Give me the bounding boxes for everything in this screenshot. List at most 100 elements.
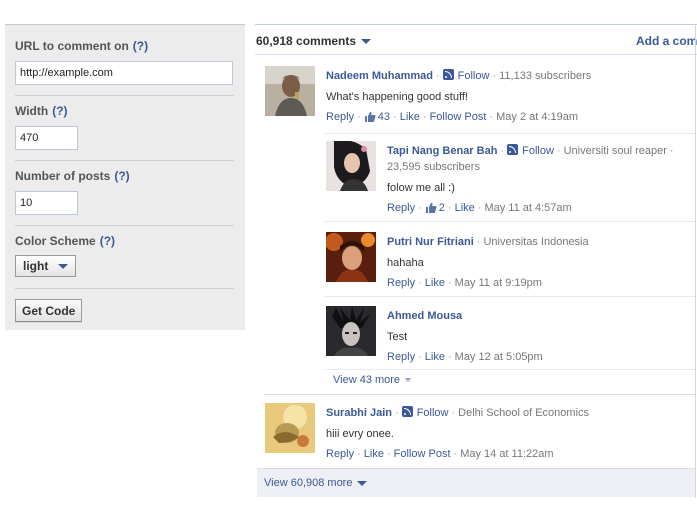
comment-actions: Reply · Like · May 11 at 9:19pm [387, 277, 542, 289]
posts-label: Number of posts (?) [15, 169, 130, 183]
like-link[interactable]: Like [400, 111, 420, 123]
url-label: URL to comment on (?) [15, 39, 149, 53]
reply-divider [325, 221, 695, 222]
comment-actions: Reply · 2 · Like · May 11 at 4:57am [387, 202, 572, 214]
chevron-down-icon [405, 378, 412, 382]
timestamp[interactable]: May 12 at 5:05pm [455, 351, 543, 363]
dropdown-caret-icon [58, 263, 69, 269]
width-help-icon[interactable]: (?) [52, 104, 67, 118]
author-affiliation: Universiti soul reaper [563, 145, 667, 157]
comment-body: Nadeem Muhammad · Follow · 11,133 subscriber… [326, 68, 695, 124]
like-link[interactable]: Like [425, 277, 445, 289]
thumbs-up-icon[interactable] [425, 202, 437, 213]
scheme-label: Color Scheme (?) [15, 234, 116, 248]
top-border [255, 24, 697, 25]
comment-actions: Reply · 43 · Like · Follow Post · May 2 at 4:19a… [326, 111, 579, 123]
reply-post: Ahmed Mousa Test Reply · Like · May 12 at 5:… [326, 306, 695, 364]
comment-body: Tapi Nang Benar Bah · Follow · Universiti so… [387, 143, 695, 215]
chevron-down-icon [361, 38, 372, 44]
reply-divider [325, 369, 695, 370]
avatar[interactable] [326, 232, 376, 282]
timestamp[interactable]: May 11 at 4:57am [484, 202, 571, 214]
reply-post: Tapi Nang Benar Bah · Follow · Universiti so… [326, 141, 695, 215]
timestamp[interactable]: May 11 at 9:19pm [455, 277, 542, 289]
follow-post-link[interactable]: Follow Post [394, 448, 451, 460]
avatar[interactable] [326, 141, 376, 191]
view-more-comments-link[interactable]: View 60,908 more [264, 477, 368, 489]
comment-text: Test [387, 331, 408, 343]
author-line: Putri Nur Fitriani · Universitas Indonesia [387, 236, 589, 248]
comment-count: 60,918 comments [256, 34, 357, 48]
follow-link[interactable]: Follow [522, 145, 554, 157]
like-link[interactable]: Like [455, 202, 475, 214]
color-scheme-select[interactable]: light [15, 255, 77, 277]
scheme-help-icon[interactable]: (?) [100, 234, 115, 248]
author-name[interactable]: Putri Nur Fitriani [387, 236, 474, 248]
avatar[interactable] [265, 403, 315, 453]
comment-body: Surabhi Jain · Follow · Delhi School of Econ… [326, 405, 695, 461]
scheme-setting: Color Scheme (?) light [15, 234, 234, 277]
reply-link[interactable]: Reply [387, 277, 415, 289]
comment-post: Nadeem Muhammad · Follow · 11,133 subscriber… [265, 66, 695, 126]
url-input[interactable] [15, 61, 233, 85]
author-name[interactable]: Surabhi Jain [326, 407, 392, 419]
rss-follow-icon[interactable] [507, 144, 519, 155]
author-name[interactable]: Nadeem Muhammad [326, 70, 433, 82]
follow-link[interactable]: Follow [417, 407, 449, 419]
comment-text: folow me all :) [387, 182, 455, 194]
reply-link[interactable]: Reply [326, 111, 354, 123]
comment-body: Putri Nur Fitriani · Universitas Indonesia… [387, 234, 695, 290]
comment-text: hahaha [387, 257, 424, 269]
author-name[interactable]: Ahmed Mousa [387, 310, 462, 322]
divider [15, 160, 234, 161]
follow-link[interactable]: Follow [458, 70, 490, 82]
get-code-button[interactable]: Get Code [15, 299, 83, 322]
reply-link[interactable]: Reply [387, 202, 415, 214]
rss-follow-icon[interactable] [442, 69, 454, 80]
view-more-label: View 60,908 more [264, 477, 353, 489]
posts-input[interactable] [15, 191, 78, 215]
posts-setting: Number of posts (?) [15, 169, 234, 215]
view-more-replies-label: View 43 more [333, 374, 401, 386]
timestamp[interactable]: May 14 at 11:22am [460, 448, 553, 460]
reply-link[interactable]: Reply [326, 448, 354, 460]
comments-header: 60,918 comments Add a comment [255, 34, 697, 54]
reply-link[interactable]: Reply [387, 351, 415, 363]
divider [15, 95, 234, 96]
posts-help-icon[interactable]: (?) [114, 169, 129, 183]
width-label: Width (?) [15, 104, 68, 118]
add-comment-link[interactable]: Add a comment [636, 34, 697, 48]
subscriber-count: 11,133 subscribers [499, 70, 592, 82]
width-input[interactable] [15, 126, 78, 150]
view-more-replies-link[interactable]: View 43 more [333, 374, 412, 386]
comment-post: Surabhi Jain · Follow · Delhi School of Econ… [265, 403, 695, 463]
comment-text: hiii evry onee. [326, 428, 394, 440]
url-help-icon[interactable]: (?) [133, 39, 148, 53]
like-link[interactable]: Like [425, 351, 445, 363]
comment-actions: Reply · Like · May 12 at 5:05pm [387, 351, 543, 363]
plugin-config-panel: URL to comment on(?) Width(?) Number of … [5, 24, 245, 330]
comment-body: Ahmed Mousa Test Reply · Like · May 12 at 5:… [387, 308, 695, 364]
rss-follow-icon[interactable] [401, 406, 413, 417]
reply-divider [325, 296, 695, 297]
post-divider [264, 394, 695, 395]
author-affiliation: Universitas Indonesia [483, 236, 589, 248]
divider [15, 225, 234, 226]
author-name[interactable]: Tapi Nang Benar Bah [387, 145, 497, 157]
like-count[interactable]: 2 [439, 202, 445, 214]
chevron-down-icon [357, 480, 368, 486]
comment-count-sort[interactable]: 60,918 comments [256, 34, 372, 48]
timestamp[interactable]: May 2 at 4:19am [496, 111, 578, 123]
thumbs-up-icon[interactable] [364, 111, 376, 122]
follow-post-link[interactable]: Follow Post [430, 111, 487, 123]
avatar[interactable] [265, 66, 315, 116]
url-setting: URL to comment on (?) [15, 39, 234, 85]
comment-text: What's happening good stuff! [326, 91, 468, 103]
like-count[interactable]: 43 [378, 111, 390, 123]
like-link[interactable]: Like [364, 448, 384, 460]
color-scheme-value: light [23, 259, 49, 273]
author-line-2: 23,595 subscribers [387, 159, 695, 175]
author-line: Tapi Nang Benar Bah · Follow · Universiti so… [387, 144, 674, 157]
avatar[interactable] [326, 306, 376, 356]
reply-post: Putri Nur Fitriani · Universitas Indonesia… [326, 232, 695, 290]
